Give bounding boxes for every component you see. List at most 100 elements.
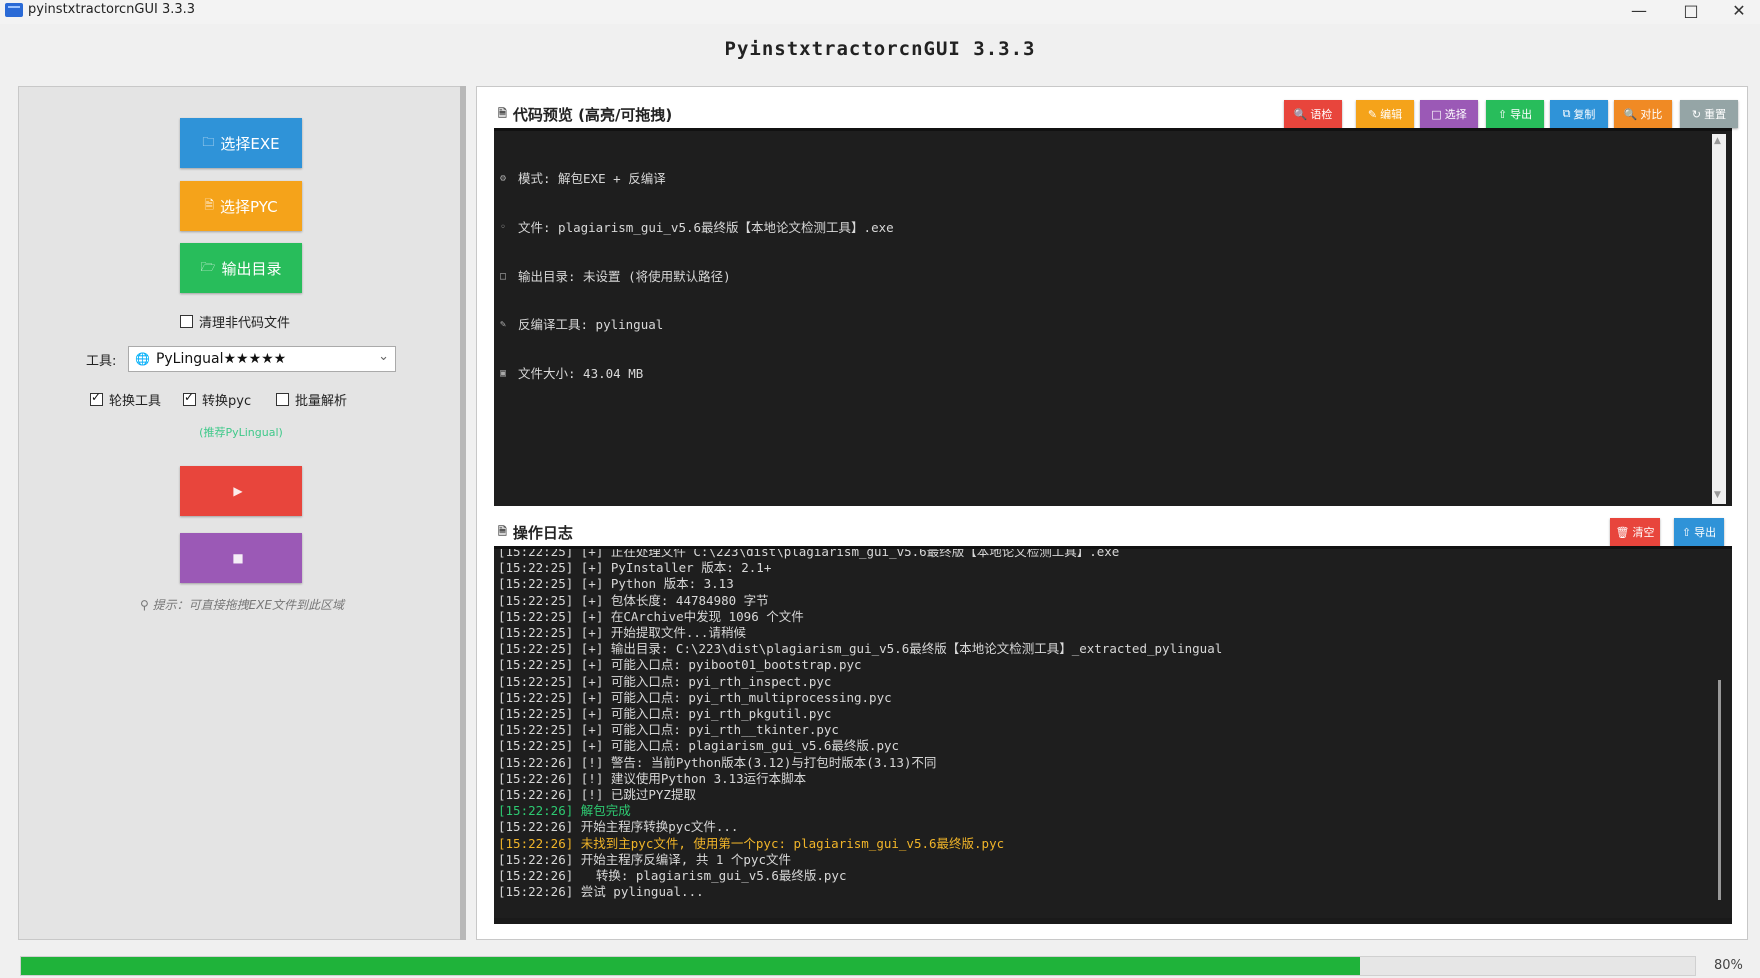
log-scrollbar[interactable] [1718,680,1721,900]
log-line: [15:22:26] 开始主程序转换pyc文件... [498,819,739,835]
log-line: [15:22:25] [+] 包体长度: 44784980 字节 [498,592,769,608]
preview-tool-button[interactable]: 🔍 语检 [1284,100,1342,128]
preview-scrollbar[interactable]: ▲ ▼ [1712,134,1726,504]
select-exe-button[interactable]: 🗀 选择EXE [180,118,302,168]
rotate-label: 轮换工具 [109,394,162,409]
convert-option[interactable]: 转换pyc [183,390,251,409]
lightbulb-icon: ⚲ [139,598,149,612]
code-preview[interactable]: ⚙ 模式: 解包EXE + 反编译 ◦ 文件: plagiarism_gui_v5.… [494,128,1732,506]
clean-label: 清理非代码文件 [199,316,291,331]
export-log-button[interactable]: ⇧ 导出 [1674,518,1724,546]
select-pyc-label: 选择PYC [220,197,278,216]
app-icon [5,3,23,17]
drag-tip: ⚲ 提示：可直接拖拽EXE文件到此区域 [120,596,364,613]
scroll-up-icon[interactable]: ▲ [1714,136,1721,146]
minimize-icon[interactable]: — [1616,0,1662,24]
batch-option[interactable]: 批量解析 [276,390,347,409]
log-line: [15:22:25] [+] Python 版本: 3.13 [498,576,734,592]
log-line: [15:22:26] 尝试 pylingual... [498,884,704,900]
select-pyc-button[interactable]: 🗎 选择PYC [180,181,302,231]
log-line: [15:22:26] [!] 建议使用Python 3.13运行本脚本 [498,770,807,786]
preview-tool-button[interactable]: □ 选择 [1420,100,1478,128]
maximize-icon[interactable]: □ [1668,0,1714,24]
log-output[interactable]: [15:22:25] [+] 正在处理文件 C:\223\dist\plagia… [494,546,1732,924]
tool-label-3: 导出 [1510,108,1533,121]
batch-checkbox[interactable] [276,393,289,406]
log-line: [15:22:25] [+] 正在处理文件 C:\223\dist\plagia… [498,546,1120,559]
reset-icon: ↻ [1691,107,1702,121]
globe-icon: 🌐 [135,352,150,366]
select-exe-label: 选择EXE [220,134,280,153]
output-dir-button[interactable]: 🗁 输出目录 [180,243,302,293]
edit-icon: ✎ [1367,107,1378,121]
log-line: [15:22:25] [+] PyInstaller 版本: 2.1+ [498,560,772,576]
log-line: [15:22:26] 开始主程序反编译, 共 1 个pyc文件 [498,851,791,867]
window-title: pyinstxtractorcnGUI 3.3.3 [28,2,196,17]
folder-open-icon: 🗁 [200,259,216,274]
drag-tip-text: 提示：可直接拖拽EXE文件到此区域 [152,598,344,612]
log-line: [15:22:26] 解包完成 [498,803,631,819]
preview-tool-button[interactable]: ⧉ 复制 [1550,100,1608,128]
file-icon: 🗎 [204,197,215,212]
stop-button[interactable]: ■ [180,533,302,583]
wrench-icon: ✎ [500,319,507,331]
copy-icon: ⧉ [1562,107,1571,120]
log-lines: [15:22:25] [+] 正在处理文件 C:\223\dist\plagia… [498,546,1222,900]
clean-checkbox[interactable] [180,315,193,328]
preview-tool-button[interactable]: ⇧ 导出 [1486,100,1544,128]
start-button[interactable]: ▶ [180,466,302,516]
preview-tool-button[interactable]: 🔍 对比 [1614,100,1672,128]
chevron-down-icon: ⌄ [378,349,389,364]
tool-select-value: PyLingual★★★★★ [155,351,287,367]
log-line: [15:22:25] [+] 开始提取文件...请稍候 [498,625,746,641]
trash-icon: 🗑 [1615,525,1630,539]
disk-icon: ▣ [500,367,507,379]
compare-icon: 🔍 [1623,107,1638,121]
folder-icon: 🗀 [202,134,215,149]
convert-label: 转换pyc [202,394,252,409]
preview-tool-button[interactable]: ↻ 重置 [1680,100,1738,128]
code-lines: ⚙ 模式: 解包EXE + 反编译 ◦ 文件: plagiarism_gui_v5.… [500,139,894,414]
tool-label-1: 编辑 [1380,108,1403,121]
title-bar: pyinstxtractorcnGUI 3.3.3 — □ ✕ [0,0,1760,24]
preview-title: 代码预览 (高亮/可拖拽) [512,106,673,124]
log-line: [15:22:25] [+] 可能入口点: pyi_rth_multiproce… [498,689,892,705]
log-line: [15:22:25] [+] 可能入口点: pyi_rth__tkinter.p… [498,722,839,738]
tool-label-5: 对比 [1640,108,1663,121]
close-icon[interactable]: ✕ [1716,0,1760,24]
log-line: [15:22:26] [!] 已跳过PYZ提取 [498,787,696,803]
app-heading: PyinstxtractorcnGUI 3.3.3 [724,38,1036,60]
tool-label-4: 复制 [1573,108,1596,121]
panel-splitter[interactable] [460,86,466,940]
tool-row: 工具: [86,350,116,369]
code-line: 输出目录: 未设置 (将使用默认路径) [518,268,731,284]
tool-label-0: 语检 [1310,108,1333,121]
log-line: [15:22:25] [+] 可能入口点: pyi_rth_inspect.py… [498,673,832,689]
convert-checkbox[interactable] [183,390,196,406]
log-line: [15:22:25] [+] 可能入口点: pyiboot01_bootstra… [498,657,862,673]
recommend-hint: (推荐PyLingual) [199,426,283,439]
preview-tool-button[interactable]: ✎ 编辑 [1356,100,1414,128]
code-line: 文件大小: 43.04 MB [518,365,644,381]
rotate-checkbox[interactable] [90,390,103,406]
export-icon: ⇧ [1497,107,1508,121]
preview-header: 🗎 代码预览 (高亮/可拖拽) [498,104,672,125]
rotate-option[interactable]: 轮换工具 [90,390,161,409]
scroll-down-icon[interactable]: ▼ [1714,490,1721,500]
gear-icon: ⚙ [500,173,507,185]
output-dir-label: 输出目录 [221,259,282,278]
select-icon: □ [1431,107,1442,121]
stop-icon: ■ [232,551,244,565]
file-icon: ◦ [500,222,507,234]
log-line: [15:22:26] 未找到主pyc文件, 使用第一个pyc: plagiari… [498,835,1005,851]
tool-select[interactable]: 🌐 PyLingual★★★★★ ⌄ [128,346,396,372]
clear-log-button[interactable]: 🗑 清空 [1610,518,1660,546]
progress-bar [20,956,1696,976]
clean-option[interactable]: 清理非代码文件 [180,312,290,331]
export-icon: ⇧ [1681,525,1692,539]
log-header: 🗎 操作日志 [498,522,573,543]
search-icon: 🔍 [1293,107,1308,121]
clear-log-label: 清空 [1632,526,1655,539]
log-line: [15:22:25] [+] 可能入口点: plagiarism_gui_v5.… [498,738,900,754]
log-icon: 🗎 [498,525,507,538]
